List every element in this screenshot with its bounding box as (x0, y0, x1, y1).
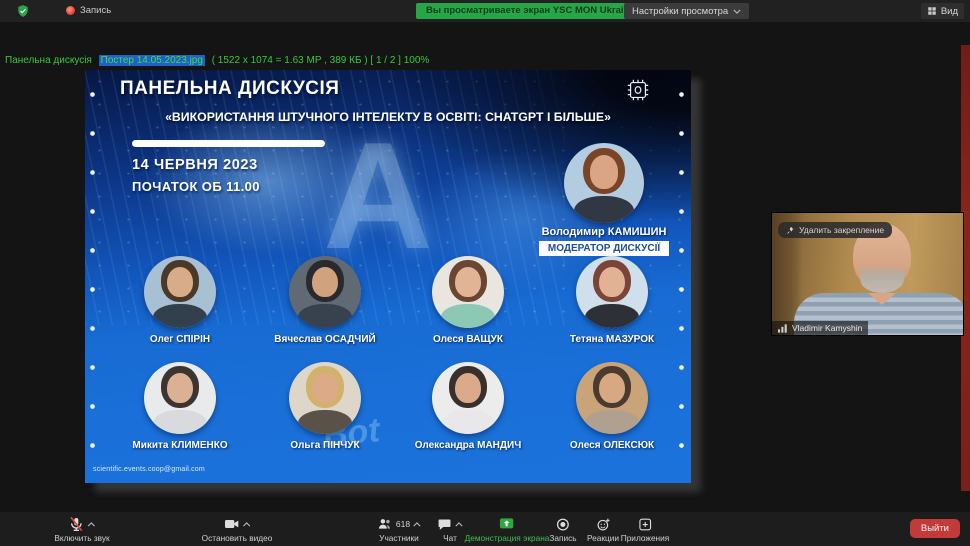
view-button[interactable]: Вид (920, 3, 964, 19)
poster-contact-email: scientific.events.coop@gmail.com (93, 466, 205, 473)
screen-viewing-banner: Вы просматриваете экран YSC MON Ukraine (416, 3, 645, 19)
speaker-card: Ольга ПІНЧУК (245, 362, 405, 451)
participant-video-tile[interactable]: Удалить закрепление Vladimir Kamyshin (772, 213, 963, 335)
apps-label: Приложения (620, 533, 670, 543)
chat-bubble-icon (438, 519, 451, 530)
record-icon (557, 518, 569, 530)
stop-video-label: Остановить видео (201, 533, 273, 543)
chevron-down-icon (733, 9, 741, 14)
speaker-name: Олег СПІРІН (149, 334, 211, 345)
speaker-card: Тетяна МАЗУРОК (532, 256, 691, 345)
speaker-photo (144, 362, 216, 434)
reactions-label: Реакции (586, 533, 620, 543)
recording-indicator[interactable]: Запись (66, 5, 111, 16)
recording-dot-icon (66, 6, 75, 15)
poster-subtitle: «ВИКОРИСТАННЯ ШТУЧНОГО ІНТЕЛЕКТУ В ОСВІТ… (165, 110, 611, 124)
chevron-up-icon (413, 521, 421, 526)
viewer-file-meta: ( 1522 x 1074 = 1.63 MP , 389 КБ ) [ 1 /… (211, 55, 430, 66)
moderator-photo (564, 143, 644, 223)
zoom-meeting-window: Запись Вы просматриваете экран YSC MON U… (0, 0, 970, 546)
video-camera-icon (224, 520, 239, 528)
speaker-name: Олеся ОЛЕКСЮК (569, 440, 655, 451)
meeting-topbar: Запись Вы просматриваете экран YSC MON U… (0, 0, 970, 22)
security-shield-icon[interactable] (16, 3, 30, 19)
reactions-smiley-icon (597, 518, 610, 530)
participants-button[interactable]: 618 Участники (377, 516, 421, 543)
speaker-photo (576, 256, 648, 328)
chat-label: Чат (443, 533, 457, 543)
share-screen-icon (500, 518, 514, 529)
poster-image: A Bot ПАНЕЛЬНА ДИСКУСІЯ «ВИКОРИСТАННЯ ШТ… (85, 70, 691, 483)
participant-beard (860, 265, 904, 293)
recording-label: Запись (80, 5, 112, 16)
poster-big-letter: A (323, 111, 433, 281)
participants-icon (378, 519, 390, 529)
speaker-photo (289, 362, 361, 434)
poster-time: ПОЧАТОК ОБ 11.00 (132, 179, 260, 194)
apps-button[interactable]: Приложения (620, 516, 670, 543)
participants-count: 618 (395, 519, 411, 529)
participant-name: Vladimir Kamyshin (792, 323, 863, 333)
speaker-name: Олександра МАНДИЧ (414, 440, 522, 451)
speaker-card: Олеся ОЛЕКСЮК (532, 362, 691, 451)
record-button[interactable]: Запись (549, 516, 577, 543)
remove-pin-label: Удалить закрепление (799, 225, 885, 235)
signal-bars-icon (778, 323, 787, 333)
chat-button[interactable]: Чат (437, 516, 463, 543)
moderator-role-badge: МОДЕРАТОР ДИСКУСІЇ (538, 241, 670, 256)
speaker-name: Микита КЛИМЕНКО (132, 440, 228, 451)
chevron-up-icon (455, 521, 463, 526)
chevron-up-icon (242, 521, 251, 526)
speaker-name: Вячеслав ОСАДЧИЙ (274, 334, 376, 345)
share-screen-button[interactable]: Демонстрация экрана (464, 516, 550, 543)
speaker-card: Микита КЛИМЕНКО (100, 362, 260, 451)
viewer-app-title: Панельна дискусія (5, 55, 92, 66)
poster-title: ПАНЕЛЬНА ДИСКУСІЯ (120, 78, 340, 99)
record-label: Запись (549, 533, 577, 543)
view-settings-label: Настройки просмотра (632, 5, 729, 17)
speaker-photo (432, 362, 504, 434)
speaker-name: Ольга ПІНЧУК (290, 440, 360, 451)
poster-dot-column-left (90, 92, 95, 477)
view-button-label: Вид (940, 5, 958, 17)
speaker-photo (144, 256, 216, 328)
view-settings-dropdown[interactable]: Настройки просмотра (624, 3, 750, 19)
speaker-name: Олеся ВАЩУК (433, 334, 503, 345)
moderator-name: Володимир КАМИШИН (541, 226, 667, 238)
share-screen-label: Демонстрация экрана (464, 533, 550, 543)
speaker-card: Олександра МАНДИЧ (388, 362, 548, 451)
participant-name-tag: Vladimir Kamyshin (772, 321, 869, 335)
grid-view-icon (928, 7, 936, 15)
apps-grid-icon (639, 518, 651, 530)
reactions-button[interactable]: Реакции (587, 516, 619, 543)
remove-pin-button[interactable]: Удалить закрепление (778, 222, 893, 238)
speaker-card: Олеся ВАЩУК (388, 256, 548, 345)
unmute-label: Включить звук (54, 533, 110, 543)
speaker-photo (289, 256, 361, 328)
image-viewer-titlebar: Панельна дискусія Постер 14.05.2023.jpg … (5, 55, 429, 66)
speaker-photo (576, 362, 648, 434)
microphone-muted-icon (70, 516, 83, 532)
stop-video-button[interactable]: Остановить видео (201, 516, 273, 543)
poster-date: 14 ЧЕРВНЯ 2023 (132, 157, 258, 173)
speaker-card: Вячеслав ОСАДЧИЙ (245, 256, 405, 345)
viewer-filename: Постер 14.05.2023.jpg (98, 55, 205, 66)
meeting-toolbar: Включить звук Остановить видео 618 Участ… (0, 512, 970, 546)
speaker-name: Тетяна МАЗУРОК (569, 334, 655, 345)
speaker-photo (432, 256, 504, 328)
speaker-card: Олег СПІРІН (100, 256, 260, 345)
participants-label: Участники (379, 533, 419, 543)
moderator-block: Володимир КАМИШИН МОДЕРАТОР ДИСКУСІЇ (509, 143, 691, 256)
poster-divider-bar (132, 140, 325, 147)
unmute-button[interactable]: Включить звук (54, 516, 110, 543)
leave-button[interactable]: Выйти (909, 519, 960, 538)
pin-icon (787, 226, 794, 234)
ai-chip-icon (625, 77, 651, 108)
chevron-up-icon (87, 521, 96, 526)
